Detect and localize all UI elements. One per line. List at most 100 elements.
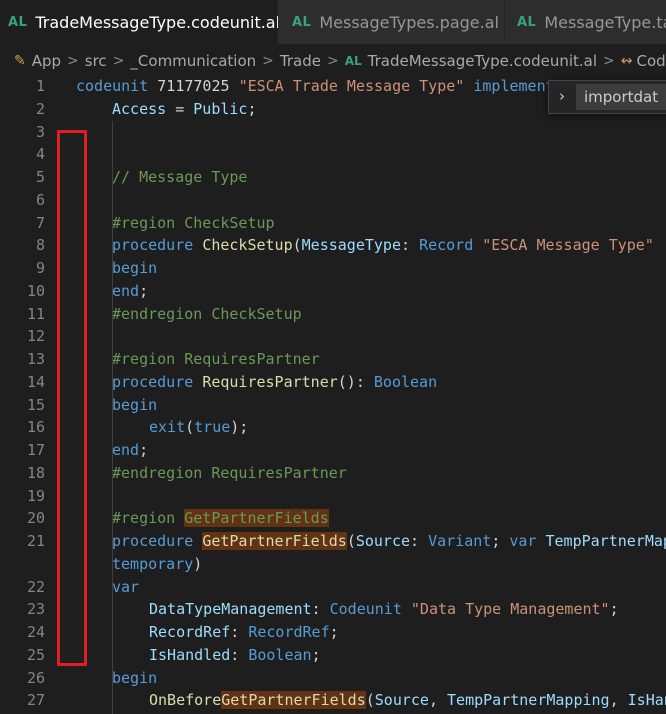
code-line[interactable]: 12 — [0, 325, 666, 347]
code-token: "Data Type Management" — [410, 600, 610, 619]
code-line[interactable]: 23 DataTypeManagement: Codeunit "Data Typ… — [0, 598, 666, 620]
code-text: IsHandled: Boolean; — [149, 644, 321, 666]
line-number: 24 — [26, 623, 45, 641]
code-token: OnBefore — [149, 691, 222, 710]
chevron-right-icon: > — [262, 53, 274, 69]
code-token: , — [428, 691, 448, 710]
line-number: 21 — [26, 532, 45, 550]
code-token: : — [311, 600, 330, 619]
suggestion-widget[interactable]: › importdat — [548, 80, 666, 114]
code-token: RequiresPartner — [202, 372, 338, 391]
code-token: IsHandled — [627, 691, 666, 710]
line-number: 8 — [35, 236, 45, 255]
code-line[interactable]: 18 #endregion RequiresPartner — [0, 462, 666, 484]
code-line[interactable]: 7 #region CheckSetup — [0, 212, 666, 234]
tab-message-types-page[interactable]: AL MessageTypes.page.al — [278, 0, 504, 44]
breadcrumb-item[interactable]: Trade — [280, 52, 321, 70]
breadcrumb-item[interactable]: src — [85, 52, 107, 70]
line-number: 23 — [26, 600, 45, 619]
tab-trade-message-type[interactable]: AL TradeMessageType.codeunit.al × — [0, 0, 305, 44]
breadcrumb-item[interactable]: _Communication — [130, 52, 256, 70]
chevron-right-icon: > — [326, 53, 339, 69]
code-line[interactable]: 10 end; — [0, 280, 666, 302]
code-text: exit(true); — [149, 416, 248, 438]
breadcrumb-symbol[interactable]: Codeunit 71177025 — [637, 52, 666, 70]
code-line[interactable]: 4 — [0, 143, 666, 165]
code-token: Boolean — [248, 645, 312, 664]
code-line[interactable]: 16 exit(true); — [0, 416, 666, 438]
code-token: TempPartnerMapping — [447, 691, 610, 710]
line-number: 16 — [26, 418, 45, 437]
code-token: GetPartnerFields — [184, 509, 329, 528]
code-line[interactable]: 5 // Message Type — [0, 166, 666, 188]
code-line[interactable]: 11 #endregion CheckSetup — [0, 303, 666, 325]
code-line[interactable]: 26 begin — [0, 667, 666, 689]
code-token: "ESCA Message Type" — [482, 236, 654, 255]
code-token: ( — [346, 532, 356, 550]
code-token: temporary — [112, 554, 194, 573]
code-token: var — [509, 532, 537, 550]
code-token: Codeunit — [329, 600, 402, 619]
code-token: Boolean — [373, 372, 438, 391]
line-number: 10 — [26, 281, 45, 300]
code-text: end; — [112, 280, 148, 302]
code-token: , — [609, 691, 628, 710]
code-line[interactable]: 24 RecordRef: RecordRef; — [0, 621, 666, 643]
code-line[interactable]: 3 — [0, 121, 666, 143]
code-line[interactable]: 25 IsHandled: Boolean; — [0, 644, 666, 666]
code-line[interactable]: 9 begin — [0, 257, 666, 279]
code-text: #region CheckSetup — [112, 212, 275, 234]
code-token: ) — [193, 554, 203, 573]
code-token: : — [401, 236, 420, 255]
code-text: temporary) — [112, 553, 202, 575]
code-text: DataTypeManagement: Codeunit "Data Type … — [149, 598, 619, 620]
code-line[interactable]: 6 — [0, 189, 666, 211]
code-token: Variant — [428, 532, 492, 550]
code-token: procedure — [112, 372, 194, 391]
code-token: procedure — [112, 532, 194, 550]
code-token: GetPartnerFields — [202, 532, 347, 550]
code-editor[interactable]: 1 codeunit 71177025 "ESCA Trade Message T… — [0, 74, 666, 714]
code-token: (): — [337, 372, 374, 391]
code-token: begin — [112, 395, 158, 414]
code-text: begin — [112, 667, 157, 689]
code-line[interactable]: temporary) — [0, 553, 666, 575]
code-token: #endregion RequiresPartner — [112, 463, 347, 482]
code-token: Access — [112, 99, 167, 118]
suggestion-item[interactable]: importdat — [576, 84, 666, 110]
code-token: GetPartnerFields — [221, 691, 366, 710]
code-line[interactable]: 20 #region GetPartnerFields — [0, 507, 666, 529]
code-line[interactable]: 17 end; — [0, 439, 666, 461]
tab-message-type-table[interactable]: AL MessageType.table.al — [505, 0, 666, 44]
code-line[interactable]: 13 #region RequiresPartner — [0, 348, 666, 370]
code-token: ; — [311, 645, 321, 664]
code-token: var — [112, 577, 140, 596]
code-token: Source — [355, 532, 411, 550]
code-token: : — [230, 645, 249, 664]
code-line[interactable]: 21 procedure GetPartnerFields(Source: Var… — [0, 530, 666, 552]
code-line[interactable]: 19 — [0, 485, 666, 507]
code-token: CheckSetup — [202, 236, 293, 255]
code-token: ; — [491, 532, 510, 550]
code-line[interactable]: 14 procedure RequiresPartner(): Boolean — [0, 371, 666, 393]
code-line[interactable]: 15 begin — [0, 394, 666, 416]
code-text: #endregion CheckSetup — [112, 303, 302, 325]
code-token: exit — [149, 418, 186, 437]
code-token: codeunit — [76, 77, 149, 95]
code-token: end — [112, 281, 140, 300]
code-line[interactable]: 8 procedure CheckSetup(MessageType: Recor… — [0, 234, 666, 256]
code-line[interactable]: 22 var — [0, 576, 666, 598]
code-token: begin — [112, 668, 158, 687]
code-token: ); — [230, 418, 249, 437]
code-token: "ESCA Trade Message Type" — [238, 77, 465, 95]
code-line[interactable]: 27 OnBeforeGetPartnerFields(Source, TempP… — [0, 689, 666, 711]
code-token: Source — [374, 691, 429, 710]
tab-label: MessageTypes.page.al — [319, 13, 499, 32]
breadcrumb-file[interactable]: TradeMessageType.codeunit.al — [368, 52, 597, 70]
line-number: 15 — [26, 395, 45, 414]
breadcrumb-item[interactable]: App — [32, 52, 61, 70]
line-number: 2 — [35, 99, 45, 118]
code-text: procedure GetPartnerFields(Source: Varia… — [112, 530, 666, 552]
